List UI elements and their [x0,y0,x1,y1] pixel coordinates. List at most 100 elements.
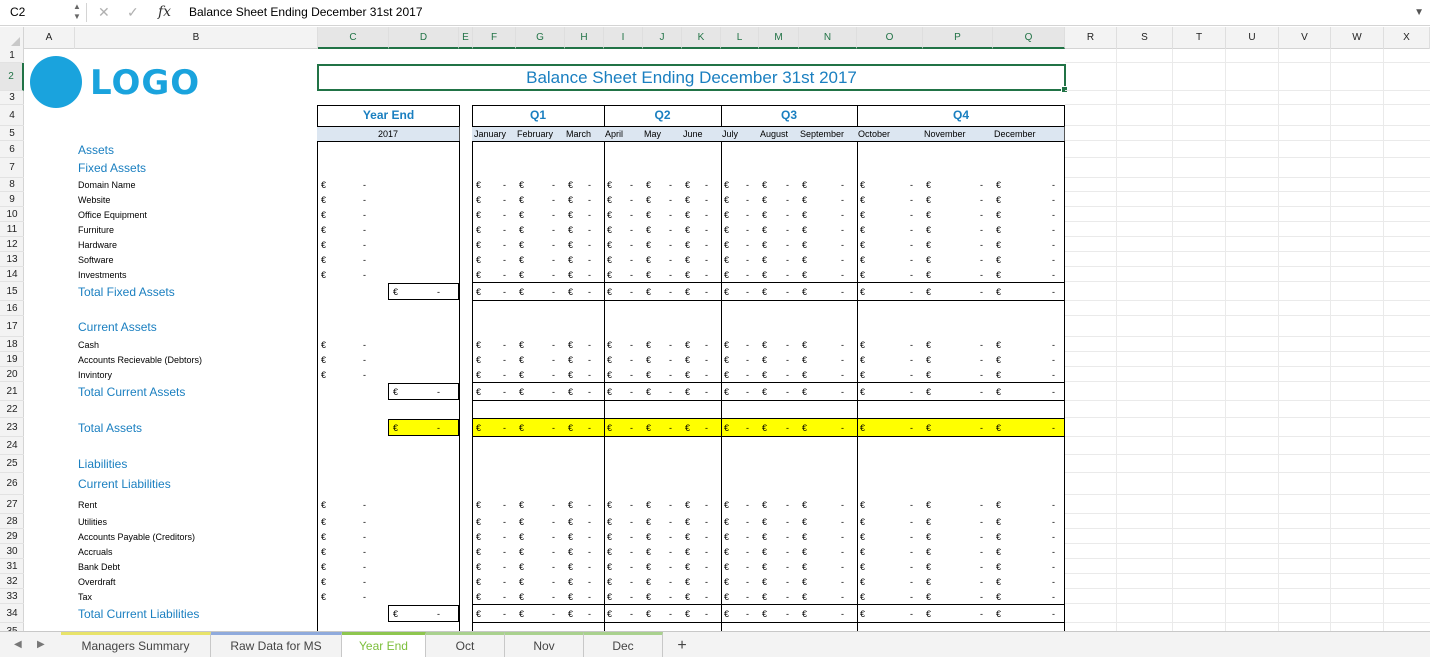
total-bottom-border [472,300,1065,301]
section-border [472,141,473,631]
column-header-c[interactable]: C [318,27,389,49]
column-header-d[interactable]: D [389,27,459,49]
month-6-row18-value: - [705,339,708,350]
month-6-row12-currency: € [685,239,691,250]
month-5-row32-value: - [669,576,672,587]
month-5-row20-currency: € [646,369,652,380]
function-icon[interactable]: fx [158,0,171,25]
sheet-tab-raw-data-for-ms[interactable]: Raw Data for MS [211,632,342,657]
section-border-overlay [472,418,473,437]
sheet-tab-managers-summary[interactable]: Managers Summary [61,632,211,657]
tab-scroll-left-icon[interactable]: ◀ [14,632,22,657]
label-current-liabilities: Current Liabilities [78,477,171,491]
month-10-row11-currency: € [860,224,866,235]
column-header-k[interactable]: K [682,27,721,49]
month-11-row19-currency: € [926,354,932,365]
month-10-row27-value: - [910,499,913,510]
gridline-row [1065,454,1430,455]
column-header-b[interactable]: B [75,27,318,49]
column-header-e[interactable]: E [459,27,473,49]
column-header-g[interactable]: G [516,27,565,49]
column-header-x[interactable]: X [1384,27,1430,49]
month-12-total-row21-value: - [1052,386,1055,397]
month-6-total-row21-value: - [705,386,708,397]
column-header-l[interactable]: L [721,27,759,49]
month-header-july: July [720,126,759,142]
confirm-icon[interactable]: ✓ [127,0,139,25]
cancel-icon[interactable]: ✕ [98,0,110,25]
section-border-overlay [459,418,460,437]
label-bank-debt: Bank Debt [78,561,121,572]
add-sheet-button[interactable]: + [668,632,696,657]
month-12-row29-value: - [1052,531,1055,542]
month-1-row18-currency: € [476,339,482,350]
month-3-row14-value: - [588,269,591,280]
formula-expand-icon[interactable]: ▼ [1414,0,1424,25]
column-header-u[interactable]: U [1226,27,1279,49]
column-header-i[interactable]: I [604,27,643,49]
name-box-stepper-icon[interactable]: ▲ ▼ [70,2,84,23]
column-header-m[interactable]: M [759,27,799,49]
column-header-h[interactable]: H [565,27,604,49]
select-all-corner[interactable] [0,27,24,49]
section-border [459,141,460,631]
column-header-w[interactable]: W [1331,27,1384,49]
month-2-row27-value: - [552,499,555,510]
month-8-row11-value: - [786,224,789,235]
month-9-row18-currency: € [802,339,808,350]
sheet-tab-oct[interactable]: Oct [426,632,505,657]
column-header-n[interactable]: N [799,27,857,49]
month-6-row29-value: - [705,531,708,542]
column-header-q[interactable]: Q [993,27,1065,49]
formula-input[interactable]: Balance Sheet Ending December 31st 2017 [189,0,423,25]
column-header-j[interactable]: J [643,27,682,49]
month-12-total-row15-currency: € [996,286,1002,297]
sheet-tab-dec[interactable]: Dec [584,632,663,657]
month-8-row27-value: - [786,499,789,510]
spreadsheet-grid[interactable]: 1 2 3 4 5 6 7 8 9 10 11 12 13 14 15 16 17 18 19 20 21 22 23 24 2… [0,49,1430,631]
month-8-row30-value: - [786,546,789,557]
month-9-row14-currency: € [802,269,808,280]
month-10-row29-currency: € [860,531,866,542]
month-7-row14-currency: € [724,269,730,280]
month-12-total-row15-value: - [1052,286,1055,297]
month-4-row27-currency: € [607,499,613,510]
column-header-r[interactable]: R [1065,27,1117,49]
month-9-row10-currency: € [802,209,808,220]
month-7-total-row15-currency: € [724,286,730,297]
month-5-row8-value: - [669,180,672,190]
sheet-tab-year-end[interactable]: Year End [342,632,426,657]
month-5-row27-value: - [669,499,672,510]
quarter-label-q2: Q2 [654,108,671,122]
column-header-f[interactable]: F [473,27,516,49]
month-header-march: March [564,126,604,142]
month-10-row27-currency: € [860,499,866,510]
month-8-row8-value: - [786,180,789,190]
column-header-t[interactable]: T [1173,27,1226,49]
month-3-total-row23-value: - [588,422,591,433]
month-2-row13-currency: € [519,254,525,265]
month-4-row8-currency: € [607,180,613,190]
month-1-row33-value: - [503,591,506,602]
label-investments: Investments [78,269,127,280]
column-header-a[interactable]: A [24,27,75,49]
month-7-total-row21-currency: € [724,386,730,397]
column-header-v[interactable]: V [1279,27,1331,49]
month-5-row10-value: - [669,209,672,220]
yearend-row33-value: - [363,591,366,602]
month-12-row20-value: - [1052,369,1055,380]
month-1-row31-currency: € [476,561,482,572]
name-box[interactable]: C2 [0,0,70,25]
month-5-row27-currency: € [646,499,652,510]
month-2-row31-value: - [552,561,555,572]
month-2-row18-currency: € [519,339,525,350]
month-5-row13-currency: € [646,254,652,265]
column-header-o[interactable]: O [857,27,923,49]
month-4-total-row34-currency: € [607,608,613,619]
gridline-row [1065,366,1430,367]
tab-scroll-right-icon[interactable]: ▶ [37,632,45,657]
sheet-tab-nov[interactable]: Nov [505,632,584,657]
column-header-s[interactable]: S [1117,27,1173,49]
month-8-row14-value: - [786,269,789,280]
column-header-p[interactable]: P [923,27,993,49]
